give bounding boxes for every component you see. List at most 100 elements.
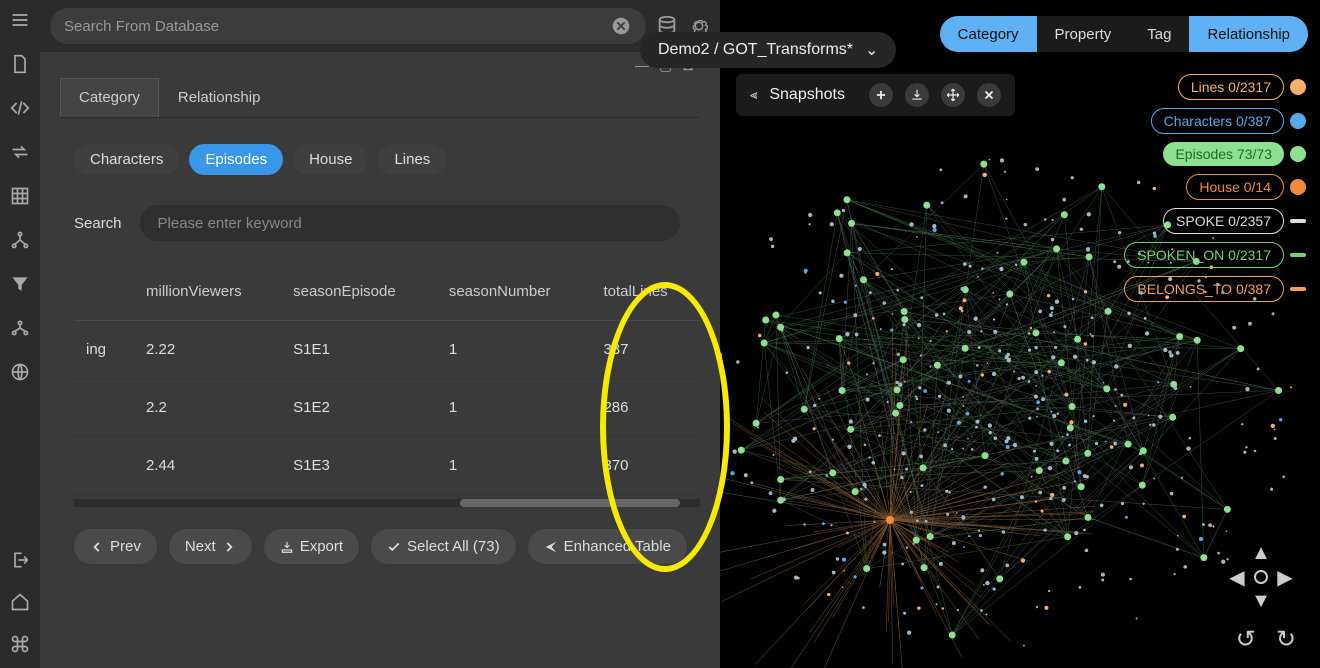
pan-left-icon[interactable]: ◀ — [1229, 565, 1244, 590]
pan-right-icon[interactable]: ▶ — [1277, 565, 1292, 590]
pill-property[interactable]: Property — [1037, 16, 1130, 52]
logout-icon[interactable] — [10, 550, 30, 570]
cell: 370 — [591, 437, 700, 495]
download-icon[interactable] — [905, 83, 929, 107]
cell: 1 — [437, 379, 592, 437]
cell: 2.44 — [134, 437, 281, 495]
legend-belongs-to[interactable]: BELONGS_TO 0/387 — [1124, 276, 1306, 302]
cell: S1E2 — [281, 379, 437, 437]
breadcrumb[interactable]: Demo2 / GOT_Transforms* ⌄ — [640, 32, 896, 68]
table-row[interactable]: 2.2 S1E2 1 286 — [74, 379, 700, 437]
grid-icon[interactable] — [10, 186, 30, 206]
chip-house[interactable]: House — [293, 144, 368, 175]
select-all-button[interactable]: Select All (73) — [371, 529, 516, 564]
episodes-table: millionViewers seasonEpisode seasonNumbe… — [74, 263, 700, 507]
legend-dot-icon — [1290, 79, 1306, 95]
table-h-scrollbar[interactable] — [74, 499, 700, 507]
home-icon[interactable] — [10, 592, 30, 612]
share-icon[interactable] — [10, 318, 30, 338]
hierarchy-icon[interactable] — [10, 230, 30, 250]
window-controls: — ▢ ⊠ — [60, 52, 700, 78]
cell: 2.22 — [134, 321, 281, 379]
legend-episodes[interactable]: Episodes 73/73 — [1163, 142, 1306, 166]
graph-pane: Demo2 / GOT_Transforms* ⌄ Category Prope… — [720, 0, 1320, 668]
table-header-row: millionViewers seasonEpisode seasonNumbe… — [74, 263, 700, 321]
legend-lines[interactable]: Lines 0/2317 — [1178, 74, 1306, 100]
cell: S1E3 — [281, 437, 437, 495]
cell-fragment: ing — [74, 321, 134, 379]
document-icon[interactable] — [10, 54, 30, 74]
col-totallines[interactable]: totalLines — [591, 263, 700, 321]
command-icon[interactable] — [10, 634, 30, 654]
pan-up-icon[interactable]: ▲ — [1251, 542, 1271, 565]
legend-spoke[interactable]: SPOKE 0/2357 — [1163, 208, 1306, 234]
legend-spoken-on[interactable]: SPOKEN_ON 0/2317 — [1124, 242, 1306, 268]
rotate-left-icon[interactable]: ↺ — [1236, 625, 1256, 654]
category-chips: Characters Episodes House Lines — [74, 144, 700, 175]
legend: Lines 0/2317 Characters 0/387 Episodes 7… — [1124, 74, 1306, 302]
legend-dot-icon — [1290, 179, 1306, 195]
clear-icon[interactable] — [610, 15, 632, 37]
side-rail — [0, 0, 40, 668]
rotate-controls: ↺ ↻ — [1236, 625, 1296, 654]
recenter-icon[interactable] — [1254, 570, 1268, 584]
cell: 337 — [591, 321, 700, 379]
cell: 1 — [437, 321, 592, 379]
table-search-label: Search — [74, 215, 122, 232]
add-snapshot-icon[interactable] — [869, 83, 893, 107]
rotate-right-icon[interactable]: ↻ — [1276, 625, 1296, 654]
tab-category[interactable]: Category — [60, 78, 159, 117]
legend-house[interactable]: House 0/14 — [1186, 174, 1306, 200]
filter-icon[interactable] — [10, 274, 30, 294]
table-search-input[interactable] — [140, 205, 680, 241]
table-row[interactable]: 2.44 S1E3 1 370 — [74, 437, 700, 495]
tab-relationship[interactable]: Relationship — [159, 78, 280, 117]
search-input[interactable] — [64, 18, 610, 35]
close-snapshot-icon[interactable] — [977, 83, 1001, 107]
tab-label: Relationship — [178, 89, 261, 106]
pill-category[interactable]: Category — [940, 16, 1037, 52]
col-millionviewers[interactable]: millionViewers — [134, 263, 281, 321]
table-footer: Prev Next Export Select All (73) Enhance… — [74, 529, 700, 564]
collapse-icon[interactable]: ⫷ — [750, 87, 757, 103]
search-field[interactable] — [50, 8, 646, 44]
top-bar — [40, 0, 720, 52]
breadcrumb-text: Demo2 / GOT_Transforms* — [658, 41, 853, 59]
view-mode-nav: Category Property Tag Relationship — [940, 16, 1308, 52]
transfer-icon[interactable] — [10, 142, 30, 162]
next-button[interactable]: Next — [169, 529, 252, 564]
snapshots-panel: ⫷ Snapshots — [736, 74, 1015, 116]
tab-label: Category — [79, 89, 140, 106]
prev-button[interactable]: Prev — [74, 529, 157, 564]
cell: S1E1 — [281, 321, 437, 379]
chip-episodes[interactable]: Episodes — [189, 144, 283, 175]
snapshots-title: Snapshots — [769, 86, 845, 104]
globe-icon[interactable] — [10, 362, 30, 382]
pan-down-icon[interactable]: ▼ — [1251, 590, 1271, 613]
pill-relationship[interactable]: Relationship — [1189, 16, 1308, 52]
legend-dot-icon — [1290, 146, 1306, 162]
legend-line-icon — [1290, 219, 1306, 223]
col-seasonnumber[interactable]: seasonNumber — [437, 263, 592, 321]
col-seasonepisode[interactable]: seasonEpisode — [281, 263, 437, 321]
table-row[interactable]: ing 2.22 S1E1 1 337 — [74, 321, 700, 379]
legend-line-icon — [1290, 287, 1306, 291]
cell: 2.2 — [134, 379, 281, 437]
chevron-down-icon[interactable]: ⌄ — [865, 40, 878, 60]
move-icon[interactable] — [941, 83, 965, 107]
legend-dot-icon — [1290, 113, 1306, 129]
pill-tag[interactable]: Tag — [1129, 16, 1189, 52]
code-icon[interactable] — [10, 98, 30, 118]
cell: 286 — [591, 379, 700, 437]
chip-characters[interactable]: Characters — [74, 144, 179, 175]
left-tabs: Category Relationship — [60, 78, 700, 118]
cell: 1 — [437, 437, 592, 495]
legend-characters[interactable]: Characters 0/387 — [1151, 108, 1306, 134]
menu-icon[interactable] — [10, 10, 30, 30]
chip-lines[interactable]: Lines — [378, 144, 446, 175]
left-pane: — ▢ ⊠ Category Relationship Characters E… — [40, 0, 720, 668]
pan-controls: ▲ ◀ ▶ ▼ — [1226, 542, 1296, 612]
enhanced-table-button[interactable]: Enhanced Table — [528, 529, 687, 564]
export-button[interactable]: Export — [264, 529, 359, 564]
legend-line-icon — [1290, 253, 1306, 257]
